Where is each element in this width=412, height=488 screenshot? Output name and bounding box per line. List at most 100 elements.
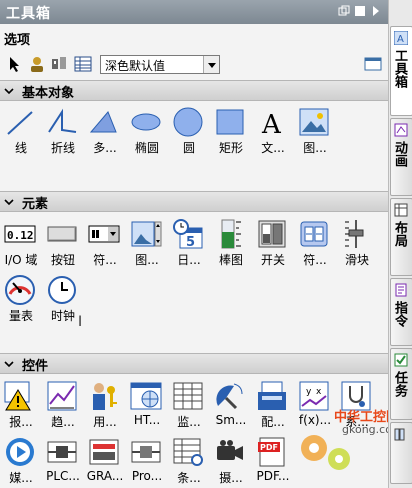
plc-code-icon [46,436,78,468]
section-basic-objects[interactable]: 基本对象 [0,80,388,101]
tool-polygon[interactable]: 多... [84,106,126,156]
tool-pdf-view[interactable]: PDF PDF... [252,436,294,486]
io-field-icon: 0.12 [4,218,36,250]
options-header: 选项 [0,24,388,50]
tool-line[interactable]: 线 [0,106,42,156]
tab-toolbox[interactable]: A 工具箱 [390,26,412,116]
tool-bar-graph[interactable]: 棒图 [210,218,252,268]
tool-button[interactable]: 按钮 [42,218,84,268]
section-label: 控件 [22,359,49,374]
pointer-icon[interactable] [6,55,24,73]
layout-tab-icon [394,203,408,217]
tab-instructions[interactable]: 指令 [390,278,412,346]
maximize-icon[interactable] [354,5,366,17]
tab-label: 任务 [392,371,407,397]
media-player-icon [4,436,36,468]
tool-label: 日... [177,253,201,267]
tool-rectangle[interactable]: 矩形 [210,106,252,156]
symbol-library-icon [298,218,330,250]
text-icon: A [256,106,288,140]
tool-label: 监... [177,415,201,429]
tool-label: 符... [93,253,117,267]
animation-tab-icon [394,123,408,137]
section-elements[interactable]: 元素 [0,191,388,212]
window-view-icon[interactable] [364,55,382,73]
tool-label: 滑块 [344,253,369,267]
tab-animation[interactable]: 动画 [390,118,412,196]
tool-html-browser[interactable]: HT... [126,380,168,430]
tool-picture[interactable]: 图... [294,106,336,156]
options-label: 选项 [4,33,31,48]
collapse-right-icon[interactable] [370,5,382,17]
chevron-down-icon[interactable] [203,56,219,73]
tool-smart-client[interactable]: Sm... [210,380,252,430]
tool-camera-view[interactable]: 摄... [210,436,252,486]
tool-io-field[interactable]: 0.12 I/O 域 [0,218,42,268]
tab-tasks[interactable]: 任务 [390,348,412,420]
tool-label: 矩形 [218,141,243,155]
tool-watch-table[interactable]: 监... [168,380,210,430]
tool-user-view[interactable]: 用... [84,380,126,430]
date-time-icon: 5 [172,218,204,250]
tool-label: 条... [177,471,201,485]
tool-alarm-view[interactable]: 报... [0,380,42,430]
chevron-down-icon[interactable] [4,85,14,95]
tool-label: 符... [303,253,327,267]
ellipse-icon [130,106,162,138]
tool-label: Pro... [131,469,163,483]
svg-text:A: A [261,110,282,138]
tool-symbol-library[interactable]: 符... [294,218,336,268]
alarm-view-icon [4,380,36,412]
style-select[interactable]: 深色默认值 [100,55,220,74]
gauge-icon [4,274,36,306]
table-view-icon[interactable] [74,55,92,73]
svg-text:y: y [306,387,312,397]
tool-media-player[interactable]: 媒... [0,436,42,486]
user-icon[interactable] [28,55,46,73]
watermark-url: gkong.com [342,423,388,436]
tool-plc-code[interactable]: PLC... [42,436,84,486]
section-label: 元素 [22,197,49,212]
tool-switch[interactable]: 开关 [252,218,294,268]
restore-icon[interactable] [338,5,350,17]
tab-layout[interactable]: 布局 [390,198,412,276]
section-controls[interactable]: 控件 [0,353,388,374]
trend-view-icon [46,380,78,412]
tool-label: PDF... [256,469,290,483]
tool-label: GRA... [86,469,124,483]
tool-label: 趋... [51,415,75,429]
user-view-icon [88,380,120,412]
html-browser-icon [130,380,162,412]
chevron-down-icon[interactable] [4,196,14,206]
tool-slider[interactable]: 滑块 [336,218,378,268]
tool-date-time[interactable]: 5 日... [168,218,210,268]
pdf-icon: PDF [256,436,288,468]
tool-label: 椭圆 [134,141,159,155]
line-icon [4,106,36,138]
tool-label: 图... [135,253,159,267]
tool-ellipse[interactable]: 椭圆 [126,106,168,156]
tool-graphic-io[interactable]: 图... [126,218,168,268]
tool-criteria-analysis[interactable]: 条... [168,436,210,486]
tool-symbolic-io[interactable]: 符... [84,218,126,268]
symbolic-io-icon [88,218,120,250]
svg-text:A: A [397,34,404,45]
tag-tools-icon[interactable] [50,55,68,73]
window-title: 工具箱 [6,6,51,22]
tool-circle[interactable]: 圆 [168,106,210,156]
tool-gauge[interactable]: 量表 [0,274,42,324]
tool-text[interactable]: A 文... [252,106,294,156]
tool-label: 开关 [260,253,285,267]
tab-libraries[interactable] [390,422,412,484]
slider-icon [340,218,372,250]
tool-label: 文... [261,141,285,155]
tab-label: 工具箱 [392,49,407,88]
tool-trend-view[interactable]: 趋... [42,380,84,430]
tool-prodiag[interactable]: Pro... [126,436,168,486]
chevron-down-icon[interactable] [4,358,14,368]
tasks-tab-icon [394,353,408,367]
tool-recipe-view[interactable]: 配... [252,380,294,430]
tool-polyline[interactable]: 折线 [42,106,84,156]
graph-overview-icon [88,436,120,468]
tool-graph-overview[interactable]: GRA... [84,436,126,486]
